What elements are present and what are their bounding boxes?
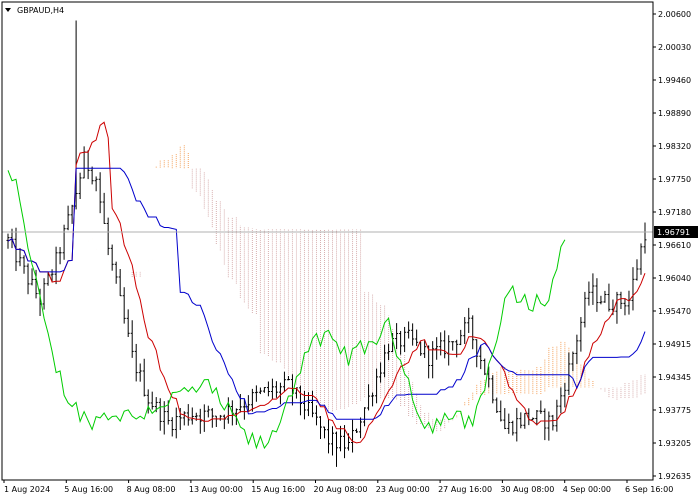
price-tick-label: 1.96040 (658, 274, 691, 283)
price-tick-label: 1.96610 (658, 241, 691, 250)
chart-background (0, 0, 700, 500)
price-tick-label: 1.93775 (658, 406, 691, 415)
time-tick-label: 1 Aug 2024 (4, 485, 50, 494)
price-axis: 2.00600 2.00030 1.99460 1.98890 1.98320 1.977… (653, 10, 691, 481)
price-tick-label: 1.99460 (658, 76, 691, 85)
price-tick-label: 2.00030 (658, 43, 691, 52)
chart-root[interactable]: 2.00600 2.00030 1.99460 1.98890 1.98320 1.977… (0, 0, 700, 500)
time-tick-label: 15 Aug 16:00 (251, 485, 305, 494)
price-tick-label: 1.94915 (658, 340, 691, 349)
time-tick-label: 13 Aug 00:00 (189, 485, 243, 494)
current-price-label: 1.96791 (657, 228, 690, 237)
time-tick-label: 5 Aug 16:00 (64, 485, 113, 494)
time-tick-label: 20 Aug 08:00 (314, 485, 368, 494)
price-tick-label: 1.98890 (658, 109, 691, 118)
price-tick-label: 1.92635 (658, 472, 691, 481)
price-tick-label: 1.97750 (658, 175, 691, 184)
time-tick-label: 30 Aug 08:00 (500, 485, 554, 494)
price-tick-label: 1.98320 (658, 142, 691, 151)
price-tick-label: 2.00600 (658, 10, 691, 19)
price-tick-label: 1.97180 (658, 208, 691, 217)
time-tick-label: 4 Sep 00:00 (563, 485, 611, 494)
symbol-timeframe-label: GBPAUD,H4 (17, 6, 64, 15)
price-tick-label: 1.94345 (658, 373, 691, 382)
time-tick-label: 8 Aug 08:00 (127, 485, 176, 494)
price-tick-label: 1.95470 (658, 307, 691, 316)
time-tick-label: 27 Aug 16:00 (438, 485, 492, 494)
time-tick-label: 23 Aug 00:00 (376, 485, 430, 494)
current-price-tag: 1.96791 (654, 226, 698, 239)
price-tick-label: 1.93205 (658, 439, 691, 448)
time-tick-label: 6 Sep 16:00 (625, 485, 673, 494)
